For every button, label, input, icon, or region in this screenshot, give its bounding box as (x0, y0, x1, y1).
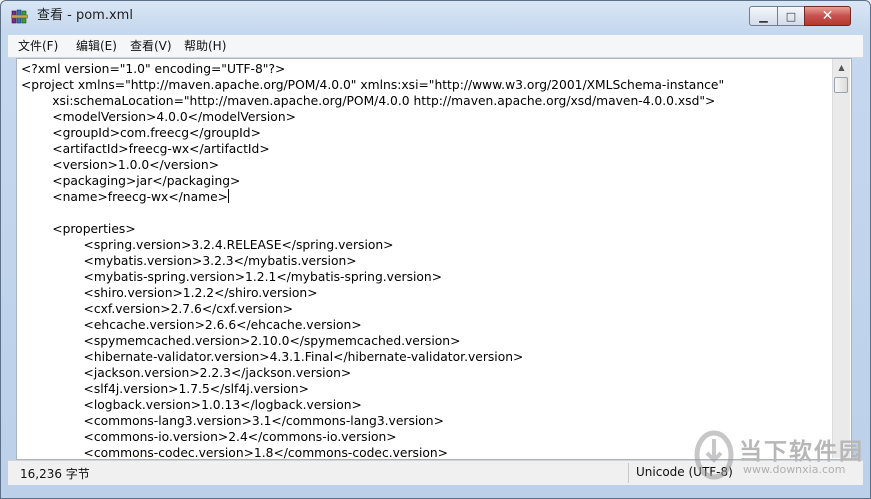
watermark: 当下软件园 www.downxia.com (693, 429, 863, 485)
menu-bar: 文件(F) 编辑(E) 查看(V) 帮助(H) (8, 35, 863, 58)
scroll-up-arrow-icon[interactable]: ▲ (833, 59, 850, 76)
text-caret (227, 189, 229, 203)
watermark-name: 当下软件园 (739, 439, 864, 465)
close-icon: ✕ (821, 8, 834, 24)
maximize-button[interactable]: □ (777, 6, 804, 26)
watermark-url: www.downxia.com (743, 463, 846, 476)
downxia-logo-icon (694, 430, 734, 480)
scroll-thumb[interactable] (834, 77, 848, 93)
menu-help[interactable]: 帮助(H) (184, 38, 226, 54)
window-title: 查看 - pom.xml (37, 8, 133, 23)
menu-edit[interactable]: 编辑(E) (76, 38, 117, 54)
code-line: <?xml version="1.0" encoding="UTF-8"?> (21, 62, 286, 76)
title-bar[interactable]: 查看 - pom.xml ▁ □ ✕ (1, 1, 870, 31)
code-line: <logback.version>1.0.13</logback.version… (21, 398, 362, 412)
vertical-scrollbar[interactable]: ▲ (832, 59, 850, 458)
viewer-window: 查看 - pom.xml ▁ □ ✕ 文件(F) 编辑(E) 查看(V) 帮助(… (0, 0, 871, 499)
code-line: <cxf.version>2.7.6</cxf.version> (21, 302, 294, 316)
menu-file[interactable]: 文件(F) (18, 38, 58, 54)
code-line: <slf4j.version>1.7.5</slf4j.version> (21, 382, 309, 396)
text-viewer[interactable]: <?xml version="1.0" encoding="UTF-8"?> <p… (16, 58, 852, 460)
code-line: <mybatis-spring.version>1.2.1</mybatis-s… (21, 270, 443, 284)
code-line: <project xmlns="http://maven.apache.org/… (21, 78, 725, 92)
code-line: <spring.version>3.2.4.RELEASE</spring.ve… (21, 238, 394, 252)
code-line: <artifactId>freecg-wx</artifactId> (21, 142, 270, 156)
code-line: <spymemcached.version>2.10.0</spymemcach… (21, 334, 461, 348)
status-separator (628, 463, 629, 483)
code-line: <shiro.version>1.2.2</shiro.version> (21, 286, 318, 300)
menu-view[interactable]: 查看(V) (130, 38, 172, 54)
code-line: <mybatis.version>3.2.3</mybatis.version> (21, 254, 357, 268)
code-line: <hibernate-validator.version>4.3.1.Final… (21, 350, 524, 364)
minimize-button[interactable]: ▁ (749, 6, 777, 26)
code-line: <jackson.version>2.2.3</jackson.version> (21, 366, 352, 380)
minimize-icon: ▁ (759, 9, 768, 23)
code-line: <commons-io.version>2.4</commons-io.vers… (21, 430, 397, 444)
code-line: <properties> (21, 222, 136, 236)
close-button[interactable]: ✕ (804, 6, 851, 26)
maximize-icon: □ (785, 9, 797, 23)
winrar-books-icon (11, 9, 28, 24)
code-line: <version>1.0.0</version> (21, 158, 219, 172)
code-line: <modelVersion>4.0.0</modelVersion> (21, 110, 296, 124)
code-line: <groupId>com.freecg</groupId> (21, 126, 261, 140)
file-size-text: 16,236 字节 (20, 467, 90, 481)
code-text[interactable]: <?xml version="1.0" encoding="UTF-8"?> <p… (21, 61, 725, 460)
code-line: <commons-lang3.version>3.1</commons-lang… (21, 414, 444, 428)
code-line: <ehcache.version>2.6.6</ehcache.version> (21, 318, 362, 332)
code-line: xsi:schemaLocation="http://maven.apache.… (21, 94, 716, 108)
code-line: <packaging>jar</packaging> (21, 174, 241, 188)
code-line: <name>freecg-wx</name> (21, 189, 229, 204)
code-line: <commons-codec.version>1.8</commons-code… (21, 446, 448, 460)
